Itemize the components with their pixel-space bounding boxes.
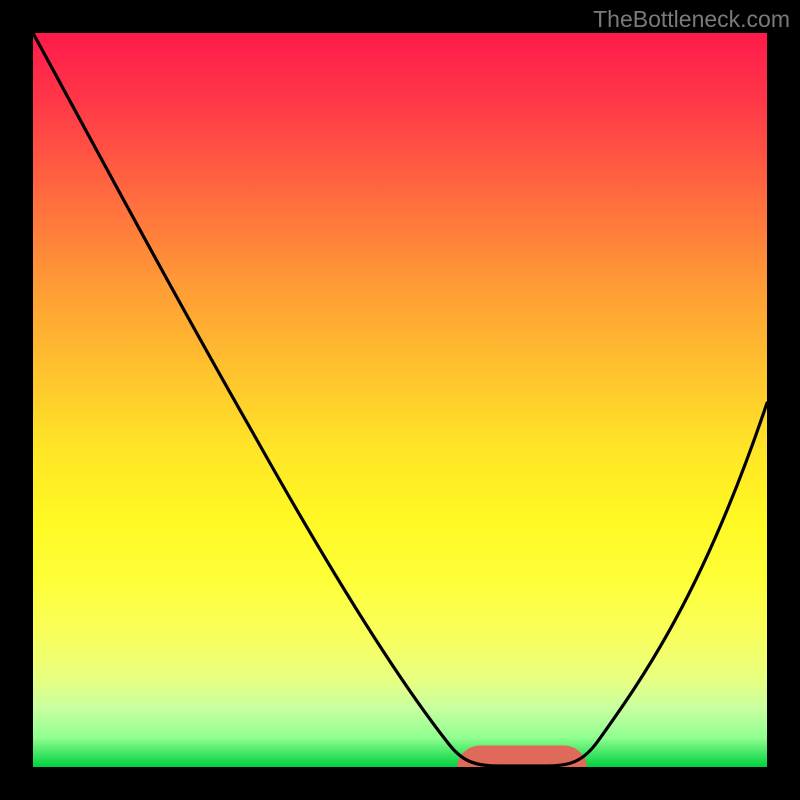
curve-overlay [33, 33, 767, 767]
bottleneck-curve [33, 33, 767, 766]
plot-area [33, 33, 767, 767]
watermark-text: TheBottleneck.com [593, 6, 790, 33]
chart-frame: TheBottleneck.com [0, 0, 800, 800]
